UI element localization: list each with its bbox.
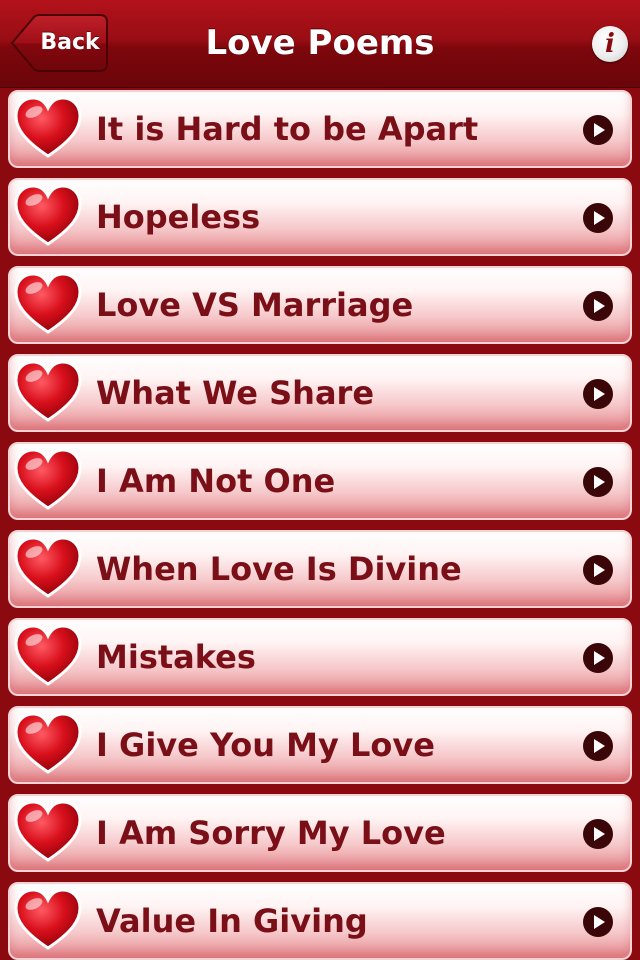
list-item-label: I Am Sorry My Love bbox=[96, 814, 446, 852]
list-item[interactable]: It is Hard to be Apart bbox=[8, 90, 632, 168]
list-item[interactable]: I Am Sorry My Love bbox=[8, 794, 632, 872]
heart-icon bbox=[14, 536, 82, 598]
list-item[interactable]: Hopeless bbox=[8, 178, 632, 256]
heart-icon bbox=[14, 624, 82, 686]
back-button-label: Back bbox=[40, 30, 100, 55]
back-button[interactable]: Back bbox=[10, 14, 108, 72]
list-item[interactable]: What We Share bbox=[8, 354, 632, 432]
list-item-label: Love VS Marriage bbox=[96, 286, 414, 324]
list-item-label: What We Share bbox=[96, 374, 375, 412]
list-item-label: Value In Giving bbox=[96, 902, 368, 940]
chevron-right-circle-icon bbox=[583, 555, 613, 585]
chevron-right-circle-icon bbox=[583, 907, 613, 937]
list-item-label: It is Hard to be Apart bbox=[96, 110, 479, 148]
chevron-right-circle-icon bbox=[583, 467, 613, 497]
heart-icon bbox=[14, 360, 82, 422]
heart-icon bbox=[14, 712, 82, 774]
list-item-label: When Love Is Divine bbox=[96, 550, 462, 588]
list-item[interactable]: Love VS Marriage bbox=[8, 266, 632, 344]
heart-icon bbox=[14, 448, 82, 510]
navigation-bar: Back Love Poems i bbox=[0, 0, 640, 88]
list-item[interactable]: Mistakes bbox=[8, 618, 632, 696]
list-item-label: I Give You My Love bbox=[96, 726, 435, 764]
page-title: Love Poems bbox=[205, 23, 435, 63]
list-item-label: Hopeless bbox=[96, 198, 261, 236]
list-item[interactable]: Value In Giving bbox=[8, 882, 632, 960]
list-item[interactable]: When Love Is Divine bbox=[8, 530, 632, 608]
chevron-right-circle-icon bbox=[583, 819, 613, 849]
list-item-label: I Am Not One bbox=[96, 462, 336, 500]
chevron-right-circle-icon bbox=[583, 379, 613, 409]
heart-icon bbox=[14, 888, 82, 950]
chevron-right-circle-icon bbox=[583, 291, 613, 321]
heart-icon bbox=[14, 184, 82, 246]
heart-icon bbox=[14, 272, 82, 334]
info-button[interactable]: i bbox=[592, 26, 628, 62]
list-item[interactable]: I Give You My Love bbox=[8, 706, 632, 784]
info-icon: i bbox=[605, 29, 615, 59]
list-item[interactable]: I Am Not One bbox=[8, 442, 632, 520]
heart-icon bbox=[14, 800, 82, 862]
chevron-right-circle-icon bbox=[583, 115, 613, 145]
heart-icon bbox=[14, 96, 82, 158]
chevron-right-circle-icon bbox=[583, 643, 613, 673]
list-item-label: Mistakes bbox=[96, 638, 256, 676]
chevron-right-circle-icon bbox=[583, 203, 613, 233]
chevron-right-circle-icon bbox=[583, 731, 613, 761]
